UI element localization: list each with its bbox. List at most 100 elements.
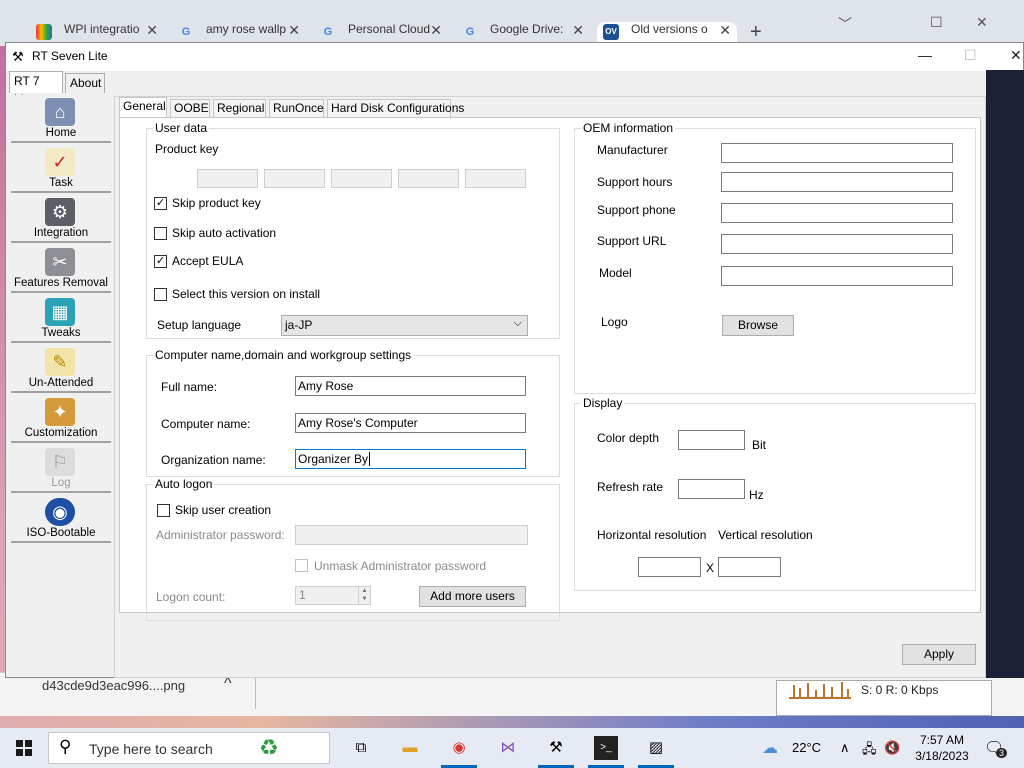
computer-name-input[interactable]: Amy Rose's Computer — [295, 413, 526, 433]
nav-home[interactable]: ⌂ Home — [11, 95, 111, 143]
chrome-icon[interactable]: ◉ — [447, 736, 471, 760]
taskbar-search[interactable]: ⚲ Type here to search ♻ — [48, 732, 330, 764]
visual-studio-icon[interactable]: ⋈ — [496, 736, 520, 760]
clock[interactable]: 7:57 AM 3/18/2023 — [912, 732, 972, 764]
weather-temp[interactable]: 22°C — [792, 740, 821, 755]
main-panel: General OOBE Regional RunOnce Hard Disk … — [114, 96, 986, 678]
logon-count-stepper[interactable]: 1 ▲ ▼ — [295, 586, 371, 605]
nav-label: Log — [51, 477, 71, 489]
group-title: Auto logon — [153, 477, 215, 491]
volume-muted-icon[interactable]: 🔇 — [884, 740, 900, 756]
browser-tab-title: Old versions o — [631, 22, 708, 36]
apply-button[interactable]: Apply — [902, 644, 976, 665]
new-tab-button[interactable]: + — [750, 21, 762, 44]
task-icon: ✓ — [45, 148, 75, 176]
nav-features-removal[interactable]: ✂ Features Removal — [11, 245, 111, 293]
close-tab-icon[interactable]: ✕ — [719, 22, 731, 39]
color-depth-unit: Bit — [752, 438, 767, 452]
google-icon: G — [323, 26, 333, 38]
tab-oobe[interactable]: OOBE — [170, 99, 210, 117]
skip-product-key-checkbox[interactable]: ✓ — [154, 197, 167, 210]
browse-button[interactable]: Browse — [722, 315, 794, 336]
horizontal-resolution-input[interactable] — [638, 557, 701, 577]
spin-arrows-icon[interactable]: ▲ ▼ — [358, 587, 370, 604]
organization-name-input[interactable]: Organizer By — [295, 449, 526, 469]
windows-start-icon[interactable] — [16, 740, 32, 756]
close-tab-icon[interactable]: ✕ — [288, 22, 300, 39]
browser-tab-bar: WPI integratio ✕ G amy rose wallp ✕ G Pe… — [0, 0, 1024, 46]
browser-tab-title: Personal Cloud — [348, 22, 431, 36]
close-tab-icon[interactable]: ✕ — [430, 22, 442, 39]
nav-label: Task — [49, 177, 73, 189]
tab-about[interactable]: About — [65, 73, 105, 93]
support-hours-input[interactable] — [721, 172, 953, 192]
chevron-up-icon[interactable]: ∧ — [840, 740, 850, 756]
product-key-field-5[interactable] — [465, 169, 526, 188]
skip-user-creation-label: Skip user creation — [175, 503, 272, 517]
product-key-field-1[interactable] — [197, 169, 258, 188]
unmask-password-label: Unmask Administrator password — [314, 559, 487, 573]
browser-restore-button[interactable]: ☐ — [930, 14, 943, 31]
image-viewer-icon[interactable]: ▨ — [644, 736, 668, 760]
full-name-input[interactable]: Amy Rose — [295, 376, 526, 396]
accept-eula-checkbox[interactable]: ✓ — [154, 255, 167, 268]
skip-user-creation-checkbox[interactable] — [157, 504, 170, 517]
task-view-icon[interactable]: ⧉ — [349, 736, 373, 760]
nav-unattended[interactable]: ✎ Un-Attended — [11, 345, 111, 393]
general-tab-page: User data Product key ✓ Skip product key… — [119, 117, 981, 621]
support-url-input[interactable] — [721, 234, 953, 254]
nav-iso-bootable[interactable]: ◉ ISO-Bootable — [11, 495, 111, 543]
maximize-button[interactable]: ☐ — [964, 47, 977, 64]
integration-icon: ⚙ — [45, 198, 75, 226]
admin-password-input[interactable] — [295, 525, 528, 545]
setup-language-dropdown[interactable]: ja-JP ⌵ — [281, 315, 528, 336]
product-key-field-2[interactable] — [264, 169, 325, 188]
refresh-rate-input[interactable] — [678, 479, 745, 499]
customization-icon: ✦ — [45, 398, 75, 426]
command-prompt-icon[interactable]: >_ — [594, 736, 618, 760]
close-button[interactable]: ✕ — [1010, 47, 1022, 64]
background-window-edge — [986, 70, 1024, 678]
weather-icon[interactable]: ☁ — [762, 738, 778, 758]
rt7-lite-taskbar-icon[interactable]: ⚒ — [544, 736, 568, 760]
skip-auto-activation-checkbox[interactable] — [154, 227, 167, 240]
nav-log[interactable]: ⚐ Log — [11, 445, 111, 493]
model-input[interactable] — [721, 266, 953, 286]
nav-tweaks[interactable]: ▦ Tweaks — [11, 295, 111, 343]
iso-bootable-icon: ◉ — [45, 498, 75, 526]
product-key-field-4[interactable] — [398, 169, 459, 188]
tab-runonce[interactable]: RunOnce — [269, 99, 324, 117]
product-key-field-3[interactable] — [331, 169, 392, 188]
color-depth-input[interactable] — [678, 430, 745, 450]
search-placeholder: Type here to search — [89, 741, 213, 757]
setup-language-label: Setup language — [157, 318, 242, 332]
display-group: Display Color depth Bit Refresh rate Hz … — [574, 396, 976, 591]
unmask-password-checkbox[interactable] — [295, 559, 308, 572]
manufacturer-input[interactable] — [721, 143, 953, 163]
nav-integration[interactable]: ⚙ Integration — [11, 195, 111, 243]
tab-hard-disk-configurations[interactable]: Hard Disk Configurations — [327, 99, 464, 117]
browser-close-button[interactable]: ✕ — [976, 14, 988, 31]
select-version-checkbox[interactable] — [154, 288, 167, 301]
network-monitor-widget: S: 0 R: 0 Kbps — [776, 680, 992, 716]
browser-tab-search-icon[interactable]: ﹀ — [838, 14, 852, 34]
close-tab-icon[interactable]: ✕ — [146, 22, 158, 39]
tab-general[interactable]: General — [119, 97, 167, 117]
nav-customization[interactable]: ✦ Customization — [11, 395, 111, 443]
minimize-button[interactable]: — — [918, 47, 932, 63]
title-bar: ⚒ RT Seven Lite — ☐ ✕ — [6, 43, 1023, 71]
nav-label: Home — [45, 127, 77, 139]
left-nav: ⌂ Home ✓ Task ⚙ Integration ✂ Features R… — [11, 95, 113, 555]
tab-regional[interactable]: Regional — [213, 99, 266, 117]
network-icon[interactable]: 🖧 — [862, 740, 877, 762]
file-explorer-icon[interactable]: ▬ — [398, 736, 422, 760]
close-tab-icon[interactable]: ✕ — [572, 22, 584, 39]
network-speed-text: S: 0 R: 0 Kbps — [861, 683, 939, 697]
download-item[interactable]: d43cde9d3eac996....png — [42, 678, 185, 693]
tab-rt7-lite[interactable]: RT 7 Lite — [9, 71, 63, 106]
add-more-users-button[interactable]: Add more users — [419, 586, 526, 607]
vertical-resolution-input[interactable] — [718, 557, 781, 577]
divider — [255, 673, 256, 709]
support-phone-input[interactable] — [721, 203, 953, 223]
nav-task[interactable]: ✓ Task — [11, 145, 111, 193]
